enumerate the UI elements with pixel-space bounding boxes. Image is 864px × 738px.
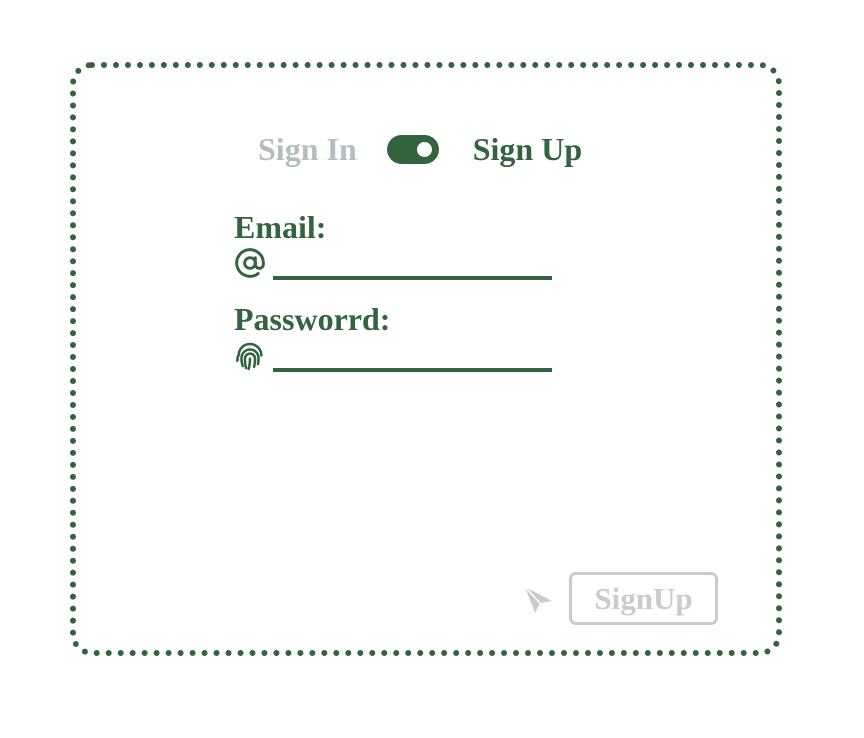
at-sign-icon (235, 248, 265, 278)
password-label: Passworrd: (234, 301, 391, 337)
fingerprint-icon (236, 342, 263, 371)
password-input[interactable] (273, 342, 552, 372)
sign-in-label[interactable]: Sign In (258, 129, 357, 169)
auth-mode-switch[interactable] (386, 134, 439, 164)
sign-up-label[interactable]: Sign Up (473, 129, 582, 169)
send-icon (524, 586, 552, 613)
signup-submit-button[interactable]: SignUp (569, 572, 718, 625)
email-input[interactable] (273, 250, 552, 280)
email-label: Email: (234, 209, 327, 245)
auth-mode-toggle-row: Sign In Sign Up (258, 129, 582, 169)
switch-knob (416, 141, 432, 157)
